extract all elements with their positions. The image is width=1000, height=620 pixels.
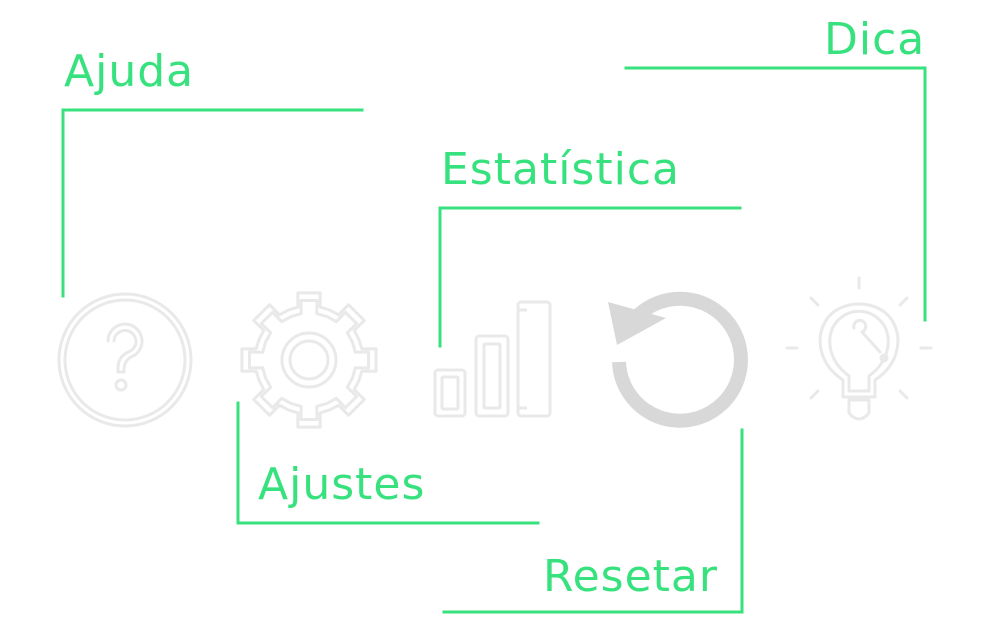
tip-label: Dica: [824, 14, 926, 65]
settings-label: Ajustes: [258, 459, 426, 510]
help-label: Ajuda: [64, 46, 195, 97]
gear-icon[interactable]: [240, 291, 378, 429]
stats-label: Estatística: [441, 144, 680, 195]
reset-icon[interactable]: [608, 291, 748, 428]
lightbulb-icon[interactable]: [785, 276, 933, 421]
bar-chart-icon[interactable]: [433, 300, 552, 418]
reset-label: Resetar: [543, 551, 718, 602]
question-circle-icon[interactable]: [57, 292, 193, 428]
